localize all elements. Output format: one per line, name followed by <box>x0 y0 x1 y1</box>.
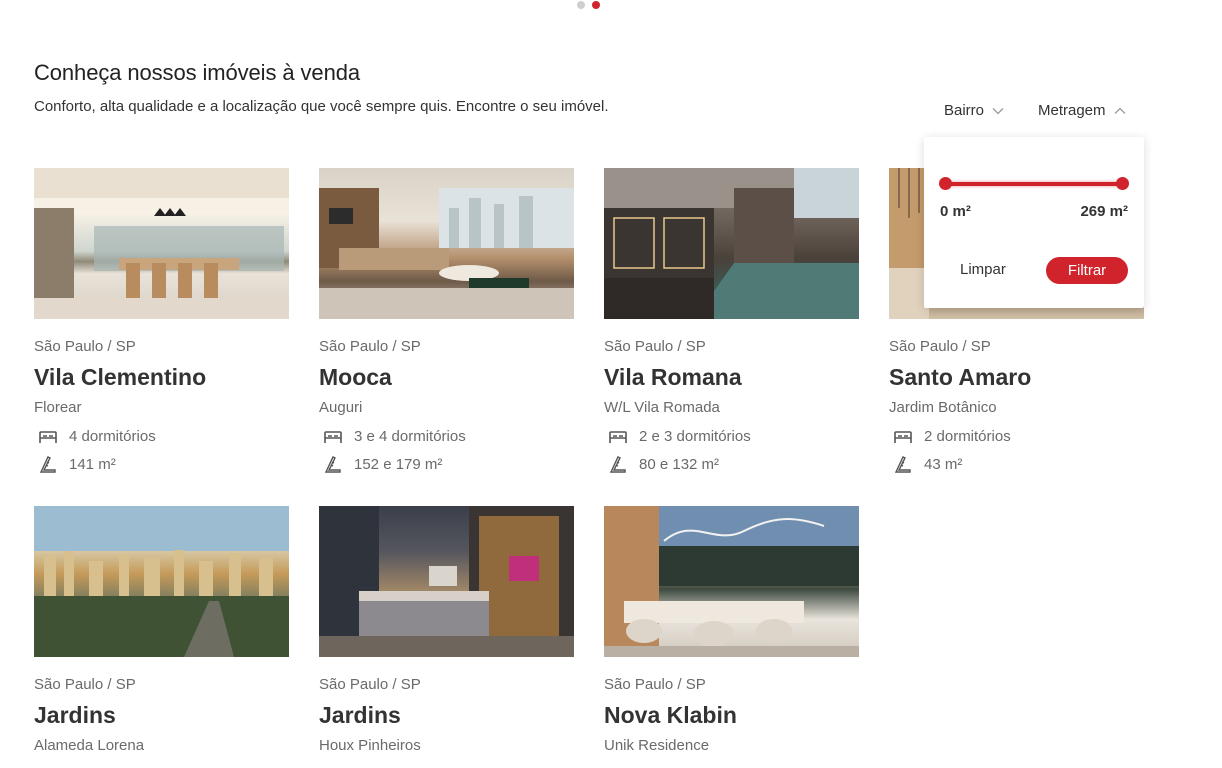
metragem-filter[interactable]: Metragem <box>1038 102 1126 119</box>
listing-project: Jardim Botânico <box>889 399 997 416</box>
listing-photo-illustration <box>319 506 574 657</box>
range-min-label: 0 m² <box>940 203 971 220</box>
listing-neighborhood[interactable]: Jardins <box>34 702 116 729</box>
carousel-dot[interactable] <box>577 1 585 9</box>
listing-project: Unik Residence <box>604 737 710 754</box>
rooms-label: 3 e 4 dormitórios <box>354 427 466 445</box>
listing-neighborhood[interactable]: Vila Romana <box>604 364 742 391</box>
listing-city: São Paulo / SP <box>34 676 136 693</box>
bed-icon <box>609 431 627 443</box>
listing-photo[interactable] <box>319 168 574 319</box>
rooms-label: 4 dormitórios <box>69 427 156 445</box>
listing-rooms: 2 dormitórios <box>893 426 1011 446</box>
listing-city: São Paulo / SP <box>319 338 421 355</box>
area-label: 141 m² <box>69 455 116 473</box>
listing-card[interactable]: São Paulo / SP Vila Romana W/L Vila Roma… <box>604 168 859 473</box>
range-slider-max-handle[interactable] <box>1116 177 1129 190</box>
listing-photo[interactable] <box>34 168 289 319</box>
listing-card[interactable]: São Paulo / SP Nova Klabin Unik Residenc… <box>604 506 859 754</box>
listing-project: W/L Vila Romada <box>604 399 720 416</box>
listing-rooms: 3 e 4 dormitórios <box>323 426 466 446</box>
listing-project: Alameda Lorena <box>34 737 145 754</box>
area-label: 152 e 179 m² <box>354 455 443 473</box>
listing-card[interactable]: São Paulo / SP Jardins Houx Pinheiros <box>319 506 574 754</box>
listing-city: São Paulo / SP <box>34 338 136 355</box>
bed-icon <box>894 431 912 443</box>
listing-photo-illustration <box>604 506 859 657</box>
listing-rooms: 4 dormitórios <box>38 426 156 446</box>
ruler-icon <box>39 456 56 473</box>
listing-project: Houx Pinheiros <box>319 737 421 754</box>
listing-project: Auguri <box>319 399 363 416</box>
bed-icon <box>39 431 57 443</box>
listing-photo[interactable] <box>319 506 574 657</box>
listing-card[interactable]: São Paulo / SP Jardins Alameda Lorena <box>34 506 289 754</box>
area-label: 80 e 132 m² <box>639 455 720 473</box>
chevron-down-icon <box>992 107 1004 114</box>
listing-project: Florear <box>34 399 82 416</box>
listing-area: 80 e 132 m² <box>608 454 719 474</box>
listing-photo[interactable] <box>34 506 289 657</box>
carousel-dot-active[interactable] <box>592 1 600 9</box>
listing-photo[interactable] <box>604 506 859 657</box>
rooms-label: 2 e 3 dormitórios <box>639 427 751 445</box>
area-label: 43 m² <box>924 455 963 473</box>
bairro-filter[interactable]: Bairro <box>944 102 1004 119</box>
listing-neighborhood[interactable]: Mooca <box>319 364 392 391</box>
listing-photo-illustration <box>34 168 289 319</box>
page-title: Conheça nossos imóveis à venda <box>34 60 360 85</box>
page-subtitle: Conforto, alta qualidade e a localização… <box>34 98 609 115</box>
ruler-icon <box>324 456 341 473</box>
listing-rooms: 2 e 3 dormitórios <box>608 426 751 446</box>
listing-city: São Paulo / SP <box>604 676 706 693</box>
rooms-label: 2 dormitórios <box>924 427 1011 445</box>
listing-neighborhood[interactable]: Vila Clementino <box>34 364 206 391</box>
listing-photo-illustration <box>319 188 574 319</box>
listing-neighborhood[interactable]: Jardins <box>319 702 401 729</box>
metragem-dropdown-panel: 0 m² 269 m² Limpar Filtrar <box>924 137 1144 308</box>
chevron-up-icon <box>1114 107 1125 114</box>
listing-area: 43 m² <box>893 454 962 474</box>
listing-photo-illustration <box>34 506 289 657</box>
apply-filter-button[interactable]: Filtrar <box>1046 257 1128 284</box>
listing-city: São Paulo / SP <box>889 338 991 355</box>
bairro-filter-label: Bairro <box>944 102 985 119</box>
listing-neighborhood[interactable]: Santo Amaro <box>889 364 1031 391</box>
ruler-icon <box>894 456 911 473</box>
bed-icon <box>324 431 342 443</box>
listing-city: São Paulo / SP <box>604 338 706 355</box>
range-max-label: 269 m² <box>1080 203 1128 220</box>
metragem-filter-label: Metragem <box>1038 102 1106 119</box>
clear-button[interactable]: Limpar <box>960 261 1006 278</box>
range-slider-track[interactable] <box>945 182 1122 186</box>
listing-city: São Paulo / SP <box>319 676 421 693</box>
listing-card[interactable]: São Paulo / SP Vila Clementino Florear 4… <box>34 168 289 473</box>
listing-photo-illustration <box>604 168 859 319</box>
listing-card[interactable]: São Paulo / SP Mooca Auguri 3 e 4 dormit… <box>319 168 574 473</box>
ruler-icon <box>609 456 626 473</box>
listing-photo[interactable] <box>604 168 859 319</box>
range-slider-min-handle[interactable] <box>939 177 952 190</box>
listing-neighborhood[interactable]: Nova Klabin <box>604 702 737 729</box>
carousel-pagination <box>577 1 600 9</box>
listing-area: 152 e 179 m² <box>323 454 442 474</box>
listing-area: 141 m² <box>38 454 116 474</box>
